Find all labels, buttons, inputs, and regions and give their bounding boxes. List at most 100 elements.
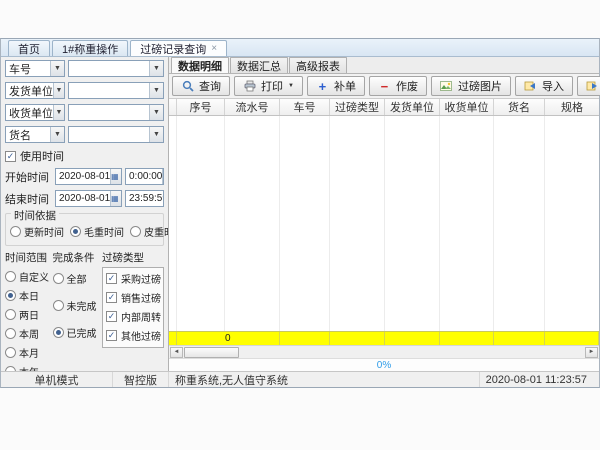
query-button[interactable]: 查询 xyxy=(172,76,230,96)
calendar-icon[interactable]: ▦▼ xyxy=(110,191,122,206)
end-date-picker[interactable]: 2020-08-01 ▦▼ xyxy=(55,190,122,207)
export-button[interactable]: 导出 ▼ xyxy=(577,76,600,96)
radio-gross-time[interactable]: 毛重时间 xyxy=(70,224,124,239)
sender-filter-row: 发货单位 ▼ ▼ xyxy=(5,82,164,99)
scrollbar-thumb[interactable] xyxy=(184,347,239,358)
search-icon xyxy=(181,80,194,93)
grid-header-row: 序号 流水号 车号 过磅类型 发货单位 收货单位 货名 规格 xyxy=(169,99,599,116)
print-button[interactable]: 打印 ▼ xyxy=(234,76,303,96)
checkbox-internal-transfer[interactable]: ✓内部周转 xyxy=(106,309,161,324)
time-basis-group: 时间依据 更新时间 毛重时间 皮重时间 xyxy=(5,213,164,246)
start-date-picker[interactable]: 2020-08-01 ▦▼ xyxy=(55,168,122,185)
tab-home-label: 首页 xyxy=(18,41,40,57)
radio-two-days[interactable]: 两日 xyxy=(5,307,53,322)
use-time-checkbox[interactable]: ✓ xyxy=(5,151,16,162)
receiver-field-label: 收货单位 xyxy=(6,105,53,121)
minus-icon: − xyxy=(378,80,391,93)
time-basis-title: 时间依据 xyxy=(11,208,59,223)
sender-field-select[interactable]: 发货单位 ▼ xyxy=(5,82,65,99)
end-time-spinner[interactable]: 23:59:59 ▲▼ xyxy=(125,190,164,207)
chevron-down-icon[interactable]: ▼ xyxy=(53,83,64,98)
tab-data-summary[interactable]: 数据汇总 xyxy=(230,57,288,73)
column-header-serial[interactable]: 流水号 xyxy=(225,99,280,115)
checkbox-purchase-weigh[interactable]: ✓采购过磅 xyxy=(106,271,161,286)
radio-custom-range[interactable]: 自定义 xyxy=(5,269,53,284)
receiver-value-select[interactable]: ▼ xyxy=(68,104,164,121)
radio-unfinished[interactable]: 未完成 xyxy=(53,298,102,313)
tab-home[interactable]: 首页 xyxy=(8,40,50,56)
column-header-receiver[interactable]: 收货单位 xyxy=(440,99,494,115)
radio-this-month[interactable]: 本月 xyxy=(5,345,53,360)
filter-panel: 车号 ▼ ▼ 发货单位 ▼ ▼ 收货 xyxy=(1,57,169,371)
grid-body-empty[interactable] xyxy=(169,116,599,331)
radio-today[interactable]: 本日 xyxy=(5,288,53,303)
goods-field-select[interactable]: 货名 ▼ xyxy=(5,126,65,143)
tab-weigh-operation[interactable]: 1#称重操作 xyxy=(52,40,128,56)
scroll-left-icon[interactable]: ◄ xyxy=(170,347,183,358)
vehicle-field-select[interactable]: 车号 ▼ xyxy=(5,60,65,77)
receiver-field-select[interactable]: 收货单位 ▼ xyxy=(5,104,65,121)
chevron-down-icon[interactable]: ▼ xyxy=(149,127,163,142)
start-time-row: 开始时间 2020-08-01 ▦▼ 0:00:00 ▲▼ xyxy=(5,168,164,185)
close-icon[interactable]: × xyxy=(211,44,217,54)
tab-advanced-report[interactable]: 高级报表 xyxy=(289,57,347,73)
status-edition: 智控版 xyxy=(113,372,169,387)
calendar-icon[interactable]: ▦▼ xyxy=(110,169,122,184)
goods-value-select[interactable]: ▼ xyxy=(68,126,164,143)
time-range-title: 时间范围 xyxy=(5,250,53,265)
start-time-label: 开始时间 xyxy=(5,169,55,185)
vehicle-field-label: 车号 xyxy=(6,61,50,77)
complete-status-title: 完成条件 xyxy=(53,250,102,265)
end-time-label: 结束时间 xyxy=(5,191,55,207)
spinner-icon[interactable]: ▲▼ xyxy=(162,169,164,184)
progress-bar: 0% xyxy=(169,358,599,371)
chevron-down-icon[interactable]: ▼ xyxy=(50,61,64,76)
status-bar: 单机模式 智控版 称重系统,无人值守系统 2020-08-01 11:23:57 xyxy=(1,371,599,387)
radio-icon xyxy=(10,226,21,237)
column-header-goods[interactable]: 货名 xyxy=(494,99,545,115)
range-status-type-section: 时间范围 自定义 本日 两日 本周 本月 本年 完成条件 全部 未完成 已完成 … xyxy=(5,250,164,371)
radio-this-week[interactable]: 本周 xyxy=(5,326,53,341)
horizontal-scrollbar[interactable]: ◄ ► xyxy=(169,345,599,358)
checkbox-other-weigh[interactable]: ✓其他过磅 xyxy=(106,328,161,343)
chevron-down-icon[interactable]: ▼ xyxy=(149,61,163,76)
radio-update-time[interactable]: 更新时间 xyxy=(10,224,64,239)
radio-tare-time[interactable]: 皮重时间 xyxy=(130,224,169,239)
radio-all[interactable]: 全部 xyxy=(53,271,102,286)
chevron-down-icon[interactable]: ▼ xyxy=(50,127,64,142)
column-header-sender[interactable]: 发货单位 xyxy=(385,99,440,115)
tab-data-detail[interactable]: 数据明细 xyxy=(171,57,229,73)
scroll-right-icon[interactable]: ► xyxy=(585,347,598,358)
receiver-filter-row: 收货单位 ▼ ▼ xyxy=(5,104,164,121)
column-header-spec[interactable]: 规格 xyxy=(545,99,599,115)
summary-count-cell: 0 xyxy=(177,332,280,345)
column-header-vehicle[interactable]: 车号 xyxy=(280,99,330,115)
import-icon xyxy=(524,80,537,93)
export-icon xyxy=(586,80,599,93)
column-header-weigh-type[interactable]: 过磅类型 xyxy=(330,99,385,115)
chevron-down-icon[interactable]: ▼ xyxy=(149,83,163,98)
sender-value-select[interactable]: ▼ xyxy=(68,82,164,99)
column-header-seq[interactable]: 序号 xyxy=(177,99,225,115)
vehicle-value-select[interactable]: ▼ xyxy=(68,60,164,77)
end-time-row: 结束时间 2020-08-01 ▦▼ 23:59:59 ▲▼ xyxy=(5,190,164,207)
app-window: 首页 1#称重操作 过磅记录查询 × 车号 ▼ ▼ xyxy=(0,38,600,388)
status-timestamp: 2020-08-01 11:23:57 xyxy=(480,372,599,387)
tab-record-query[interactable]: 过磅记录查询 × xyxy=(130,40,227,56)
weigh-type-column: 过磅类型 ✓采购过磅 ✓销售过磅 ✓内部周转 ✓其他过磅 xyxy=(102,250,164,371)
goods-filter-row: 货名 ▼ ▼ xyxy=(5,126,164,143)
chevron-down-icon[interactable]: ▼ xyxy=(149,105,163,120)
time-range-column: 时间范围 自定义 本日 两日 本周 本月 本年 xyxy=(5,250,53,371)
chevron-down-icon[interactable]: ▼ xyxy=(53,105,64,120)
start-time-spinner[interactable]: 0:00:00 ▲▼ xyxy=(125,168,164,185)
void-order-button[interactable]: − 作废 xyxy=(369,76,427,96)
weigh-type-title: 过磅类型 xyxy=(102,250,164,265)
use-time-label: 使用时间 xyxy=(20,148,64,164)
supplement-order-button[interactable]: + 补单 xyxy=(307,76,365,96)
radio-icon xyxy=(70,226,81,237)
weigh-photos-button[interactable]: 过磅图片 xyxy=(431,76,511,96)
import-button[interactable]: 导入 xyxy=(515,76,573,96)
checkbox-sale-weigh[interactable]: ✓销售过磅 xyxy=(106,290,161,305)
radio-this-year[interactable]: 本年 xyxy=(5,364,53,371)
radio-finished[interactable]: 已完成 xyxy=(53,325,102,340)
